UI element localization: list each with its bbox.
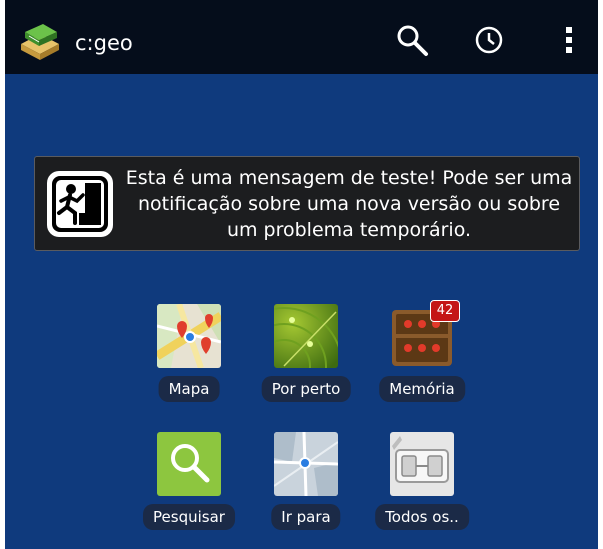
go-to-map-icon bbox=[274, 432, 338, 496]
app-screen: c:geo Esta é uma mensagem de teste! Pode… bbox=[5, 0, 598, 549]
tile-stored-label: Memória bbox=[379, 376, 465, 402]
notification-message[interactable]: Esta é uma mensagem de teste! Pode ser u… bbox=[34, 156, 580, 251]
search-icon bbox=[397, 25, 428, 56]
tile-goto-label: Ir para bbox=[271, 504, 341, 530]
tile-all-label: Todos os.. bbox=[375, 504, 469, 530]
tile-map[interactable]: Mapa bbox=[139, 304, 239, 419]
search-button[interactable] bbox=[392, 20, 432, 60]
tile-map-label: Mapa bbox=[158, 376, 220, 402]
tile-search[interactable]: Pesquisar bbox=[139, 432, 239, 547]
book-box-icon bbox=[21, 24, 59, 60]
overflow-menu-button[interactable] bbox=[549, 20, 589, 60]
magnifier-icon bbox=[157, 432, 221, 496]
tile-stored[interactable]: 42 Memória bbox=[372, 300, 472, 419]
tile-goto[interactable]: Ir para bbox=[256, 432, 356, 547]
notification-text: Esta é uma mensagem de teste! Pode ser u… bbox=[125, 167, 573, 241]
history-button[interactable] bbox=[469, 20, 509, 60]
overflow-menu-icon bbox=[566, 27, 572, 53]
tile-all[interactable]: Todos os.. bbox=[372, 432, 472, 547]
app-bar: c:geo bbox=[5, 0, 598, 74]
climber-icon bbox=[47, 171, 113, 237]
history-clock-icon bbox=[475, 26, 503, 54]
tile-search-label: Pesquisar bbox=[143, 504, 235, 530]
all-caches-icon bbox=[390, 432, 454, 496]
map-icon bbox=[157, 304, 221, 368]
app-title: c:geo bbox=[75, 31, 133, 55]
stored-count-badge: 42 bbox=[430, 300, 460, 322]
radar-icon bbox=[274, 304, 338, 368]
tile-nearby-label: Por perto bbox=[261, 376, 351, 402]
tile-nearby[interactable]: Por perto bbox=[256, 304, 356, 419]
